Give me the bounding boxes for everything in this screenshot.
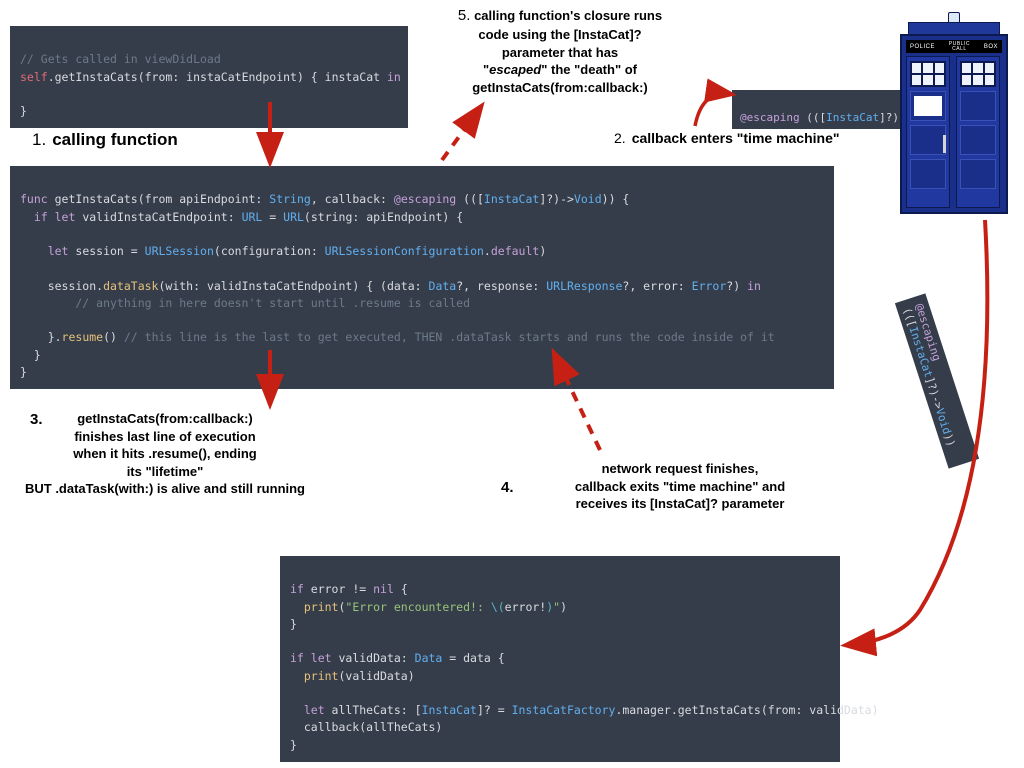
step-1-label: 1.calling function (32, 130, 178, 150)
code-block-callback-body: if error != nil { print("Error encounter… (280, 556, 840, 762)
tardis-icon: POLICE PUBLICCALL BOX (894, 12, 1014, 217)
step-5-desc: 5. calling function's closure runscode u… (430, 6, 690, 96)
code-block-function: func getInstaCats(from apiEndpoint: Stri… (10, 166, 834, 389)
step-4-desc: 4. network request finishes, callback ex… (525, 460, 835, 513)
code-escaping-rotated: @escaping (([InstaCat]?)->Void)) (895, 293, 979, 468)
code-block-calling: // Gets called in viewDidLoad self.getIn… (10, 26, 408, 128)
step-2-label: 2.callback enters "time machine" (614, 130, 840, 146)
step-3-desc: 3. getInstaCats(from:callback:) finishes… (10, 410, 320, 498)
